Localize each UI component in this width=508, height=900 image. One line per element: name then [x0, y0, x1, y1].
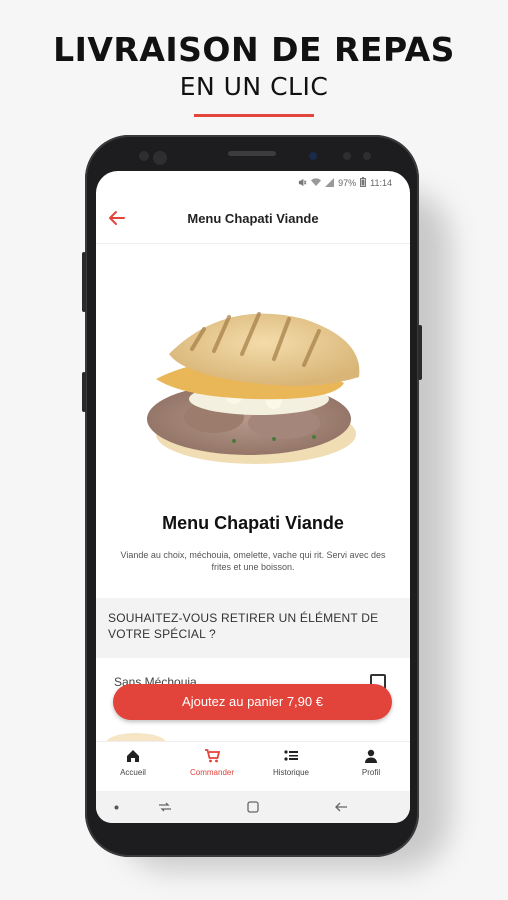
home-square-icon[interactable] [247, 801, 259, 813]
recent-apps-icon[interactable] [158, 801, 172, 813]
nav-label: Commander [189, 768, 234, 777]
status-bar: 97% 11:14 [96, 171, 410, 195]
nav-label: Profil [361, 768, 381, 777]
product-title: Menu Chapati Viande [162, 513, 344, 533]
system-nav-bar [96, 791, 410, 823]
product-image [134, 299, 374, 469]
nav-item-commander[interactable]: Commander [177, 748, 247, 777]
dot-icon[interactable] [114, 805, 119, 810]
nav-label: Accueil [120, 768, 146, 777]
signal-icon [325, 177, 335, 189]
wifi-icon [311, 177, 322, 189]
nav-item-accueil[interactable]: Accueil [98, 748, 168, 777]
promo-title: LIVRAISON DE REPAS [53, 30, 455, 69]
nav-item-historique[interactable]: Historique [256, 748, 326, 777]
person-icon [365, 749, 377, 763]
phone-screen: 97% 11:14 Menu Chapati Viande Menu Chapa… [96, 171, 410, 823]
nav-item-profil[interactable]: Profil [336, 748, 406, 777]
sensor-dot [363, 152, 371, 160]
power-button [418, 325, 422, 380]
sensor-dot [343, 152, 351, 160]
promo-underline [194, 114, 314, 117]
home-icon [127, 750, 139, 762]
cart-icon [205, 749, 220, 763]
customization-question: SOUHAITEZ-VOUS RETIRER UN ÉLÉMENT DE VOT… [108, 611, 379, 641]
phone-speaker [228, 151, 276, 156]
nav-label: Historique [272, 768, 309, 777]
page-title: Menu Chapati Viande [187, 211, 319, 226]
bixby-button [82, 372, 86, 412]
volume-button [82, 252, 86, 312]
list-icon [284, 750, 298, 761]
battery-icon [360, 177, 367, 189]
battery-percent: 97% [338, 178, 357, 188]
product-description: Viande au choix, méchouia, omelette, vac… [120, 550, 386, 572]
back-arrow-icon[interactable] [334, 801, 348, 813]
customization-section: SOUHAITEZ-VOUS RETIRER UN ÉLÉMENT DE VOT… [96, 598, 410, 658]
mute-icon [298, 178, 307, 189]
camera-dot [153, 151, 167, 165]
promo-subtitle: EN UN CLIC [179, 72, 329, 101]
sensor-dot [139, 151, 149, 161]
front-camera [309, 152, 317, 160]
add-to-cart-button[interactable]: Ajoutez au panier 7,90 € [113, 684, 392, 720]
app-bar: Menu Chapati Viande [96, 195, 410, 244]
bottom-nav: Accueil Commander Historique Profil [96, 741, 410, 792]
status-time: 11:14 [370, 178, 392, 188]
